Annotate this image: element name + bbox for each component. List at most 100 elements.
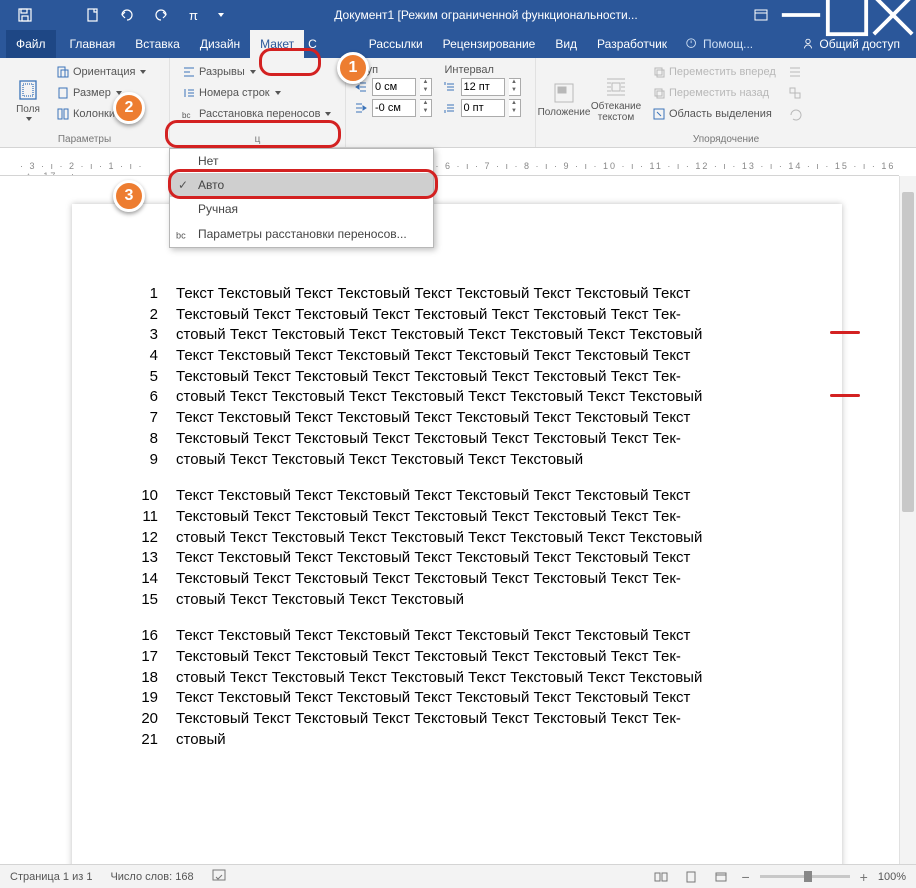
doc-line[interactable]: 5Текстовый Текст Текстовый Текст Текстов… [128,367,812,388]
doc-line[interactable]: 7Текст Текстовый Текст Текстовый Текст Т… [128,408,812,429]
doc-line[interactable]: 20Текстовый Текст Текстовый Текст Тексто… [128,709,812,730]
spinner[interactable]: ▲▼ [420,99,432,117]
zoom-slider[interactable] [760,875,850,878]
position-button[interactable]: Положение [544,62,584,132]
tab-view[interactable]: Вид [545,30,587,58]
indent-right-input[interactable] [372,99,416,117]
doc-line[interactable]: 4Текст Текстовый Текст Текстовый Текст Т… [128,346,812,367]
hyphenation-button[interactable]: bcРасстановка переносов [178,104,335,124]
redo-icon[interactable] [144,0,178,30]
doc-line[interactable]: 19Текст Текстовый Текст Текстовый Текст … [128,688,812,709]
doc-line[interactable]: 16Текст Текстовый Текст Текстовый Текст … [128,626,812,647]
proofing-icon[interactable] [212,868,228,885]
line-numbers-label: Номера строк [199,87,270,99]
pi-icon[interactable]: π [178,0,212,30]
spacing-before[interactable]: ▲▼ [443,77,528,97]
spinner[interactable]: ▲▼ [509,99,521,117]
status-page[interactable]: Страница 1 из 1 [10,871,92,883]
tab-mail[interactable]: Рассылки [359,30,433,58]
send-backward-button[interactable]: Переместить назад [648,83,780,103]
tab-review[interactable]: Рецензирование [433,30,546,58]
group-page-setup: Поля Ориентация Размер Колонки Параметры [0,58,170,147]
zoom-thumb[interactable] [804,871,812,882]
status-right: − + 100% [651,869,906,885]
bring-forward-button[interactable]: Переместить вперед [648,62,780,82]
indent-right[interactable]: ▲▼ [354,98,439,118]
hyphenation-manual[interactable]: Ручная [170,197,433,221]
wrap-button[interactable]: Обтекание текстом [588,62,644,132]
doc-line[interactable]: 18стовый Текст Текстовый Текст Текстовый… [128,668,812,689]
spacing-before-input[interactable] [461,78,505,96]
doc-line[interactable]: 14Текстовый Текст Текстовый Текст Тексто… [128,569,812,590]
breaks-button[interactable]: Разрывы [178,62,335,82]
save-icon[interactable] [8,0,42,30]
print-layout-icon[interactable] [681,869,701,885]
ribbon-options-icon[interactable] [744,0,778,30]
doc-line[interactable]: 13Текст Текстовый Текст Текстовый Текст … [128,548,812,569]
zoom-in-button[interactable]: + [860,869,868,885]
align-icon[interactable] [784,62,808,82]
spacing-after-input[interactable] [461,99,505,117]
group-arrange: Положение Обтекание текстом Переместить … [536,58,916,147]
doc-line[interactable]: 11Текстовый Текст Текстовый Текст Тексто… [128,507,812,528]
doc-line[interactable]: 17Текстовый Текст Текстовый Текст Тексто… [128,647,812,668]
web-layout-icon[interactable] [711,869,731,885]
indent-left-input[interactable] [372,78,416,96]
undo-icon[interactable] [110,0,144,30]
callout-2: 2 [113,92,145,124]
doc-line[interactable]: 10Текст Текстовый Текст Текстовый Текст … [128,486,812,507]
spacing-after[interactable]: ▲▼ [443,98,528,118]
tab-design[interactable]: Дизайн [190,30,250,58]
wrap-label: Обтекание текстом [588,101,644,123]
horizontal-ruler[interactable]: · 3 · ı · 2 · ı · 1 · ı · · ı · 5 · ı · … [0,158,899,176]
hyphenation-none[interactable]: Нет [170,149,433,173]
hyphenation-dropdown: Нет ✓Авто Ручная bcПараметры расстановки… [169,148,434,248]
share-button[interactable]: Общий доступ [791,37,910,51]
spinner[interactable]: ▲▼ [509,78,521,96]
maximize-button[interactable] [824,0,870,30]
status-words[interactable]: Число слов: 168 [110,871,193,883]
doc-line[interactable]: 9стовый Текст Текстовый Текст Текстовый … [128,450,812,471]
document-area[interactable]: 1Текст Текстовый Текст Текстовый Текст Т… [0,176,916,864]
doc-line[interactable]: 3стовый Текст Текстовый Текст Текстовый … [128,325,812,346]
vertical-scrollbar[interactable] [899,176,916,864]
zoom-level[interactable]: 100% [878,871,906,883]
zoom-out-button[interactable]: − [741,869,749,885]
page-setup-label: Параметры [8,132,161,147]
annotation-underline-2 [830,394,860,397]
fields-button[interactable]: Поля [8,62,48,132]
doc-line[interactable]: 12стовый Текст Текстовый Текст Текстовый… [128,528,812,549]
tab-insert[interactable]: Вставка [125,30,190,58]
group-icon[interactable] [784,83,808,103]
doc-line[interactable]: 8Текстовый Текст Текстовый Текст Текстов… [128,429,812,450]
doc-line[interactable]: 2Текстовый Текст Текстовый Текст Текстов… [128,305,812,326]
svg-text:bc: bc [182,111,190,120]
hyphenation-params[interactable]: bcПараметры расстановки переносов... [170,221,433,247]
spacing-heading: Интервал [443,62,528,76]
tab-developer[interactable]: Разработчик [587,30,677,58]
read-mode-icon[interactable] [651,869,671,885]
scrollbar-thumb[interactable] [902,192,914,512]
spacing-group-label [354,143,527,147]
tell-me[interactable]: Помощ... [685,37,753,51]
new-doc-icon[interactable] [76,0,110,30]
tab-home[interactable]: Главная [60,30,126,58]
tab-layout[interactable]: Макет [250,30,304,58]
selection-pane-button[interactable]: Область выделения [648,104,780,124]
doc-line[interactable]: 1Текст Текстовый Текст Текстовый Текст Т… [128,284,812,305]
doc-line[interactable]: 21стовый [128,730,812,751]
indent-left[interactable]: ▲▼ [354,77,439,97]
window-controls [778,0,916,30]
document-page[interactable]: 1Текст Текстовый Текст Текстовый Текст Т… [72,204,842,780]
hyphenation-auto[interactable]: ✓Авто [170,173,433,197]
doc-line[interactable]: 15стовый Текст Текстовый Текст Текстовый [128,590,812,611]
minimize-button[interactable] [778,0,824,30]
spinner[interactable]: ▲▼ [420,78,432,96]
tab-file[interactable]: Файл [6,30,56,58]
doc-line[interactable]: 6стовый Текст Текстовый Текст Текстовый … [128,387,812,408]
qat-dropdown-icon[interactable] [212,0,228,30]
line-numbers-button[interactable]: Номера строк [178,83,335,103]
rotate-icon[interactable] [784,104,808,124]
orientation-button[interactable]: Ориентация [52,62,150,82]
close-button[interactable] [870,0,916,30]
